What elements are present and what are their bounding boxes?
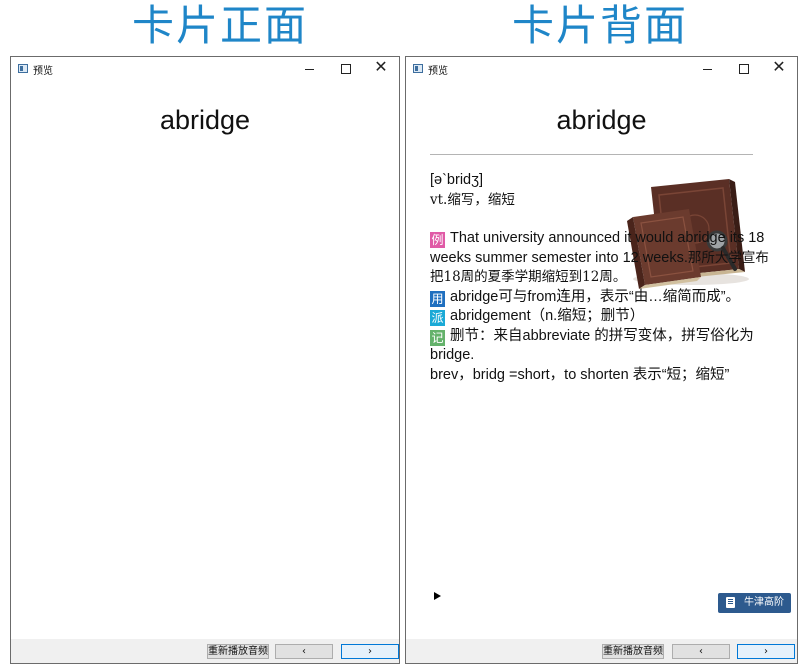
usage-badge: 用 bbox=[430, 290, 445, 307]
back-preview-window: 预览 ✕ abridge [ə`bridʒ] vt.缩写，缩短 例 That un… bbox=[405, 56, 798, 664]
card-word: abridge bbox=[556, 105, 647, 135]
memory-badge: 记 bbox=[430, 329, 445, 346]
window-title: 预览 bbox=[428, 66, 448, 77]
close-button[interactable]: ✕ bbox=[761, 57, 797, 81]
app-icon bbox=[18, 64, 28, 73]
memory-block: 记删节：来自abbreviate 的拼写变体，拼写俗化为bridge. bbox=[430, 327, 780, 366]
minimize-button[interactable] bbox=[291, 57, 327, 81]
memory-text: 删节：来自abbreviate 的拼写变体，拼写俗化为bridge. bbox=[430, 327, 754, 364]
window-title: 预览 bbox=[33, 66, 53, 77]
play-audio-icon[interactable] bbox=[434, 592, 441, 600]
dictionary-button[interactable]: 牛津高阶 bbox=[718, 593, 791, 613]
prev-card-button[interactable]: ‹ bbox=[672, 644, 730, 659]
card-word: abridge bbox=[159, 105, 251, 135]
dictionary-button-label: 牛津高阶 bbox=[744, 597, 784, 608]
derivation-text: abridgement（n.缩短；删节） bbox=[450, 308, 645, 324]
example-badge: 例 bbox=[430, 232, 445, 248]
title-bar[interactable]: 预览 ✕ bbox=[406, 57, 797, 81]
prev-card-button[interactable]: ‹ bbox=[275, 644, 333, 659]
title-bar[interactable]: 预览 ✕ bbox=[11, 57, 399, 81]
maximize-button[interactable] bbox=[725, 57, 761, 81]
front-preview-window: 预览 ✕ abridge 重新播放音频 ‹ › bbox=[10, 56, 400, 664]
clipboard-icon bbox=[726, 597, 735, 608]
maximize-button[interactable] bbox=[327, 57, 363, 81]
phonetic: [ə`bridʒ] bbox=[430, 172, 484, 188]
derivation-badge: 派 bbox=[430, 310, 445, 326]
replay-audio-button[interactable]: 重新播放音频 bbox=[207, 644, 269, 659]
definition: vt.缩写，缩短 bbox=[430, 191, 515, 208]
minimize-button[interactable] bbox=[689, 57, 725, 81]
divider bbox=[430, 154, 753, 155]
app-icon bbox=[413, 64, 423, 73]
example-block: 例 That university announced it would abri… bbox=[430, 229, 780, 288]
usage-block: 用 abridge可与from连用，表示“由…缩简而成”。 bbox=[430, 288, 780, 308]
usage-text: abridge可与from连用，表示“由…缩简而成”。 bbox=[450, 288, 741, 305]
front-heading: 卡片正面 bbox=[131, 1, 308, 50]
next-card-button[interactable]: › bbox=[737, 644, 795, 659]
close-button[interactable]: ✕ bbox=[363, 57, 399, 81]
status-bar: 重新播放音频 ‹ › bbox=[406, 639, 797, 663]
next-card-button[interactable]: › bbox=[341, 644, 399, 659]
back-heading: 卡片背面 bbox=[511, 1, 688, 50]
status-bar: 重新播放音频 ‹ › bbox=[11, 639, 399, 663]
derivation-block: 派 abridgement（n.缩短；删节） bbox=[430, 307, 780, 327]
memory-text-2: brev，bridg =short，to shorten 表示“短；缩短” bbox=[430, 366, 730, 383]
replay-audio-button[interactable]: 重新播放音频 bbox=[602, 644, 664, 659]
card-back-content: [ə`bridʒ] vt.缩写，缩短 例 That university anno… bbox=[430, 171, 780, 385]
